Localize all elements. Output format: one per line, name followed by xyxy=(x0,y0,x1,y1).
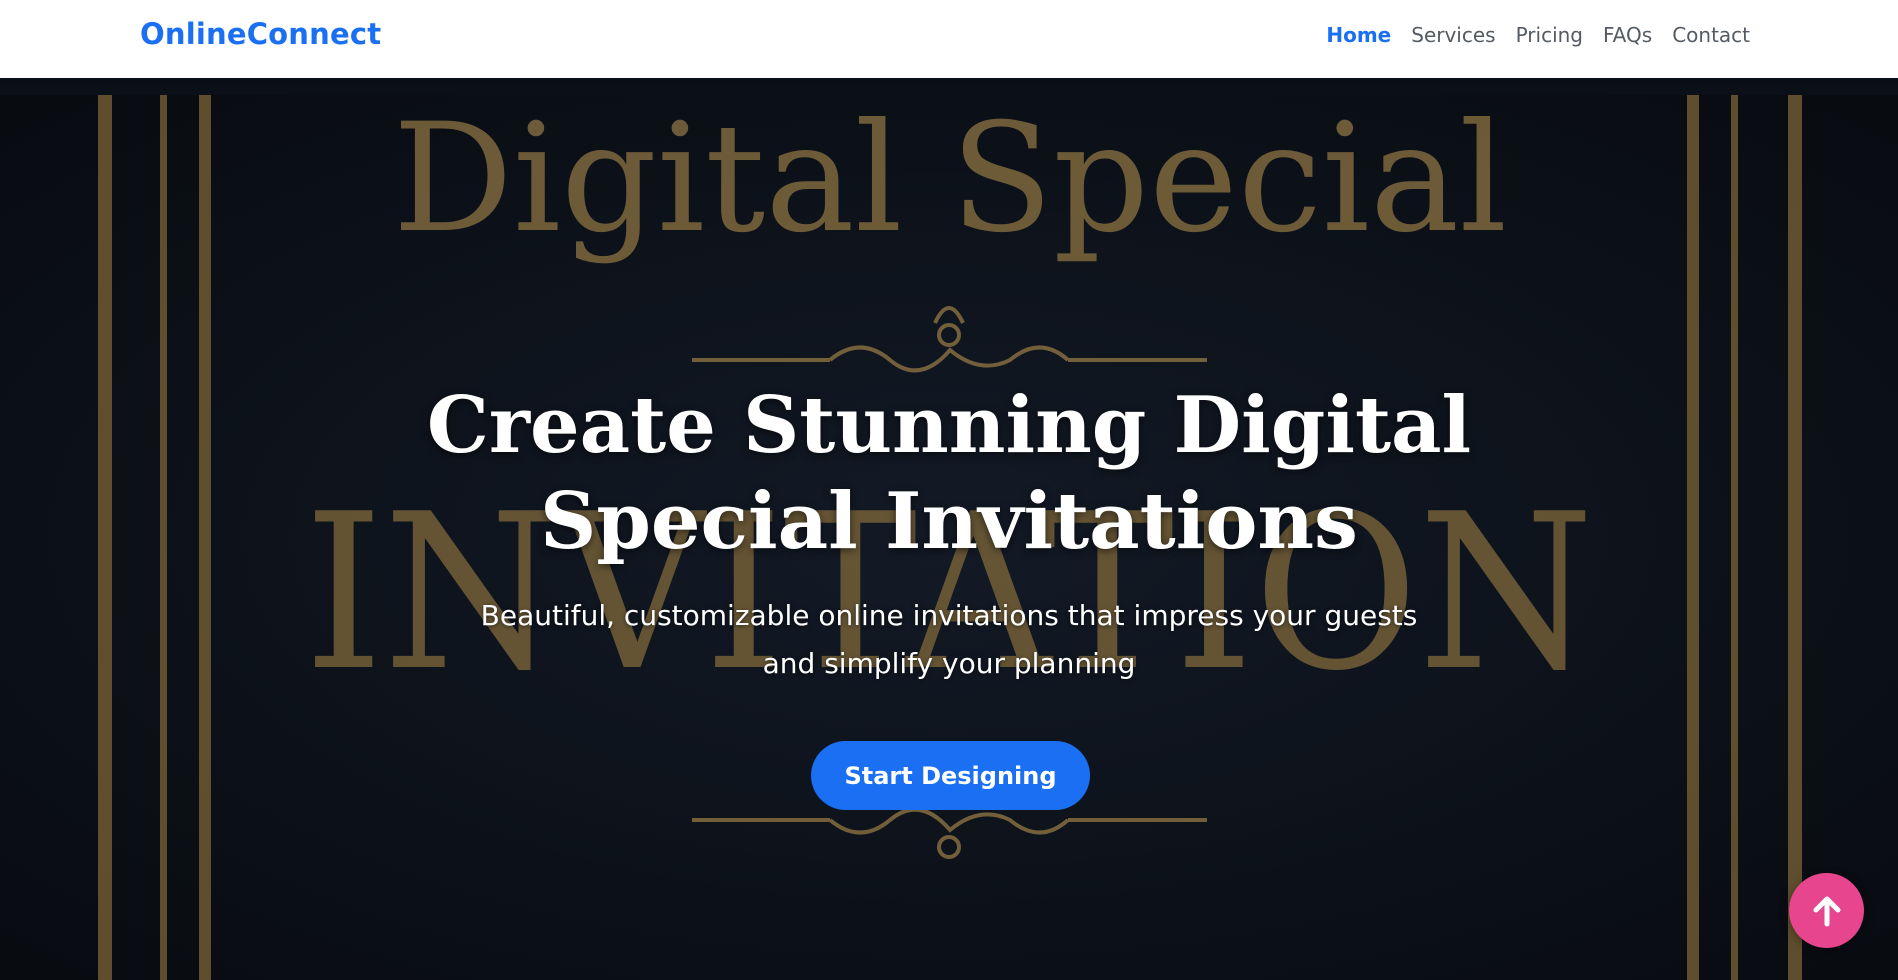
nav-item-contact[interactable]: Contact xyxy=(1672,23,1750,47)
nav-item-services[interactable]: Services xyxy=(1411,23,1495,47)
nav-item-home[interactable]: Home xyxy=(1326,23,1391,47)
ornament-top xyxy=(692,306,1207,373)
bg-text-digital-special: Digital Special xyxy=(393,95,1508,266)
hero-section: Digital Special INVITATION Create Stunni… xyxy=(0,95,1898,980)
brand-logo[interactable]: OnlineConnect xyxy=(140,17,381,51)
ornament-bottom xyxy=(692,807,1207,859)
hero-subtitle-line2: and simplify your planning xyxy=(762,647,1136,680)
start-designing-button[interactable]: Start Designing xyxy=(811,741,1090,810)
hero-title-line1: Create Stunning Digital xyxy=(426,380,1472,471)
nav-item-pricing[interactable]: Pricing xyxy=(1516,23,1583,47)
hero-title-line2: Special Invitations xyxy=(540,476,1358,567)
hero-title: Create Stunning Digital Special Invitati… xyxy=(349,378,1549,570)
hero-subtitle: Beautiful, customizable online invitatio… xyxy=(399,592,1499,688)
navbar: OnlineConnect Home Services Pricing FAQs… xyxy=(0,0,1898,78)
nav-item-faqs[interactable]: FAQs xyxy=(1603,23,1652,47)
nav-links: Home Services Pricing FAQs Contact xyxy=(1326,23,1750,47)
hero-subtitle-line1: Beautiful, customizable online invitatio… xyxy=(480,599,1418,632)
scroll-to-top-button[interactable] xyxy=(1789,873,1864,948)
arrow-up-icon xyxy=(1813,896,1840,926)
